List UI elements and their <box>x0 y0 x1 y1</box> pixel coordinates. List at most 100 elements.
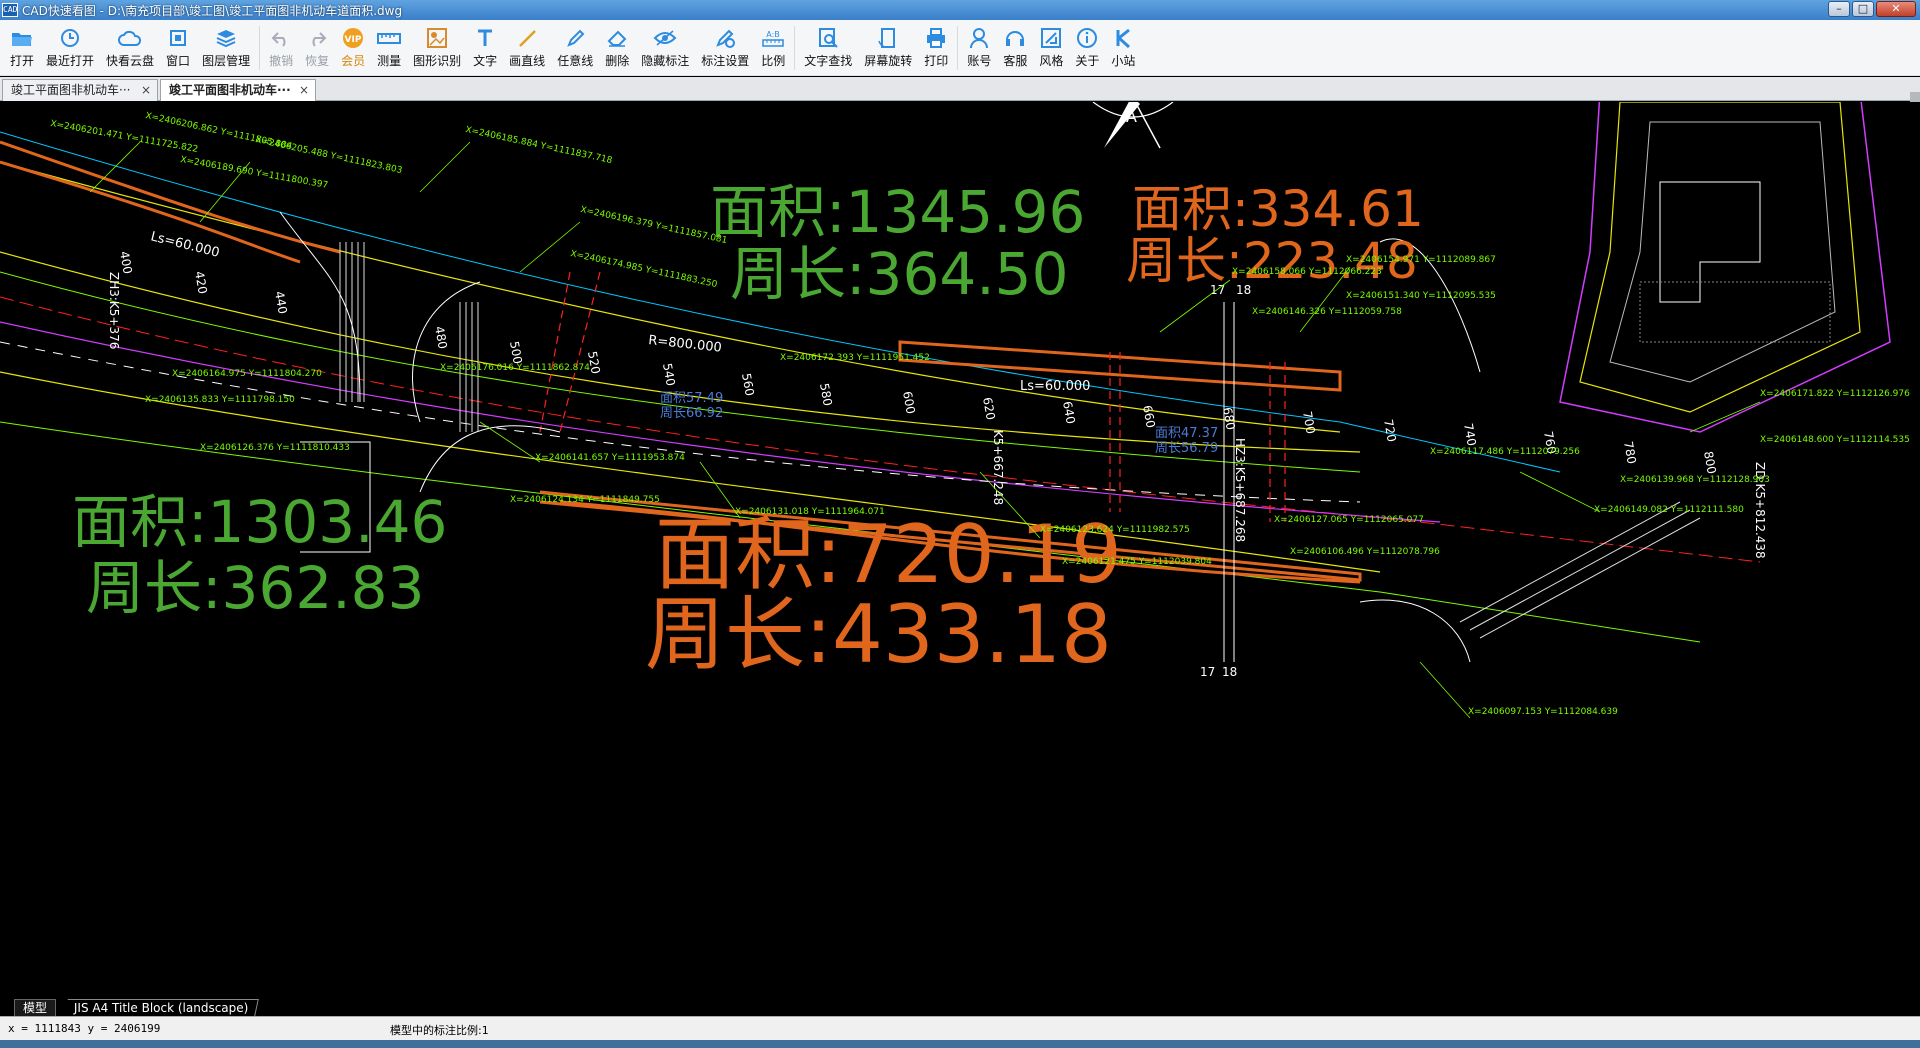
line-button[interactable]: 画直线 <box>503 20 551 76</box>
coordinate-label: X=2406097.153 Y=1112084.639 <box>1468 707 1618 717</box>
about-label: 关于 <box>1075 54 1100 68</box>
hide-marks-button[interactable]: 隐藏标注 <box>635 20 695 76</box>
perimeter-label: 周长:364.50 <box>730 240 1069 308</box>
coordinate-label: X=2406139.968 Y=1112128.903 <box>1620 475 1770 485</box>
eraser-icon <box>605 26 629 50</box>
station-button[interactable]: 小站 <box>1105 20 1141 76</box>
mark-settings-label: 标注设置 <box>701 54 750 68</box>
coordinate-label: X=2406176.016 Y=1111862.874 <box>440 363 590 373</box>
text-find-button[interactable]: 文字查找 <box>798 20 858 76</box>
north-arrow-icon: A <box>1092 102 1174 149</box>
redo-icon <box>305 26 329 50</box>
rotate-screen-label: 屏幕旋转 <box>864 54 913 68</box>
window-controls: – □ ✕ <box>1826 1 1916 19</box>
coordinate-label: X=2406189.690 Y=1111800.397 <box>179 155 328 191</box>
coordinate-label: X=2406117.486 Y=1112079.256 <box>1430 447 1580 457</box>
chainage-label: HZ3:K5+687.268 <box>1233 438 1247 542</box>
coordinate-label: X=2406146.326 Y=1112059.758 <box>1252 307 1402 317</box>
cloud-button[interactable]: 快看云盘 <box>100 20 160 76</box>
status-bar: x = 1111843 y = 2406199 模型中的标注比例:1 <box>0 1016 1920 1040</box>
freeline-button[interactable]: 任意线 <box>551 20 599 76</box>
redo-button[interactable]: 恢复 <box>299 20 335 76</box>
coordinate-label: X=2406172.393 Y=1111951.452 <box>780 353 930 363</box>
chainage-label: ZH3:K5+376 <box>107 272 121 349</box>
coordinate-label: X=2406141.657 Y=1111953.874 <box>535 453 685 463</box>
layers-button[interactable]: 图层管理 <box>196 20 256 76</box>
coordinate-label: X=2406149.082 Y=1112111.580 <box>1594 505 1744 515</box>
station-label: 640 <box>1060 400 1078 425</box>
station-label: 680 <box>1220 406 1238 431</box>
measure-button[interactable]: 测量 <box>371 20 407 76</box>
style-button[interactable]: 风格 <box>1033 20 1069 76</box>
maximize-button[interactable]: □ <box>1852 1 1874 17</box>
mark-settings-button[interactable]: 标注设置 <box>695 20 755 76</box>
hide-marks-label: 隐藏标注 <box>641 54 690 68</box>
scale-button[interactable]: A:B 比例 <box>755 20 791 76</box>
station-label: 720 <box>1381 418 1399 443</box>
rotate-screen-button[interactable]: 屏幕旋转 <box>858 20 918 76</box>
headset-icon <box>1003 26 1027 50</box>
account-label: 账号 <box>967 54 992 68</box>
cloud-label: 快看云盘 <box>106 54 155 68</box>
close-tab-icon[interactable]: × <box>299 80 309 100</box>
vip-button[interactable]: VIP 会员 <box>335 20 371 76</box>
document-tab-label: 竣工平面图非机动车··· <box>11 83 131 97</box>
coordinate-label: X=2406126.376 Y=1111810.433 <box>200 443 350 453</box>
service-button[interactable]: 客服 <box>997 20 1033 76</box>
undo-button[interactable]: 撤销 <box>263 20 299 76</box>
coordinate-label: X=2406174.985 Y=1111883.250 <box>569 249 718 290</box>
info-icon <box>1075 26 1099 50</box>
close-window-button[interactable]: ✕ <box>1876 1 1916 17</box>
station-label: 420 <box>192 270 210 295</box>
close-tab-icon[interactable]: × <box>141 80 151 100</box>
chainage-label: K5+667.248 <box>991 430 1005 505</box>
window-title: CAD快速看图 - D:\南充项目部\竣工图\竣工平面图非机动车道面积.dwg <box>22 3 403 18</box>
cloud-icon <box>118 26 142 50</box>
coordinate-label: X=2406164.975 Y=1111804.270 <box>172 369 322 379</box>
drawing-canvas[interactable]: A 面积:1345.96 周长:364.50 面积:334.61 周长:223.… <box>0 102 1920 998</box>
delete-label: 删除 <box>605 54 630 68</box>
area-label: 面积:334.61 <box>1132 180 1424 238</box>
station-label: 580 <box>817 382 835 407</box>
open-button[interactable]: 打开 <box>4 20 40 76</box>
coordinate-label: X=2406185.884 Y=1111837.718 <box>464 125 613 166</box>
station-label: 500 <box>507 340 525 365</box>
coordinate-label: X=2406123.624 Y=1111982.575 <box>1040 525 1190 535</box>
layers-icon <box>214 26 238 50</box>
minimize-button[interactable]: – <box>1828 1 1850 17</box>
measure-label: 测量 <box>377 54 402 68</box>
toolbar-separator <box>794 26 796 70</box>
coordinate-label: X=2406135.833 Y=1111798.150 <box>145 395 295 405</box>
about-button[interactable]: 关于 <box>1069 20 1105 76</box>
coordinate-label: X=2406196.379 Y=1111857.081 <box>579 205 728 246</box>
style-icon <box>1039 26 1063 50</box>
shape-recognition-button[interactable]: 图形识别 <box>407 20 467 76</box>
text-button[interactable]: 文字 <box>467 20 503 76</box>
print-button[interactable]: 打印 <box>918 20 954 76</box>
recent-button[interactable]: 最近打开 <box>40 20 100 76</box>
layout-tab-model[interactable]: 模型 <box>14 999 57 1016</box>
account-button[interactable]: 账号 <box>961 20 997 76</box>
coordinate-label: X=2406158.066 Y=1112066.223 <box>1232 267 1382 277</box>
perimeter-label: 周长:433.18 <box>645 588 1112 681</box>
shape-recognition-label: 图形识别 <box>413 54 462 68</box>
text-icon <box>473 26 497 50</box>
layout-tab-paper[interactable]: JIS A4 Title Block (landscape) <box>64 999 260 1016</box>
coordinate-label: X=2406124.134 Y=1111849.755 <box>510 495 660 505</box>
window-button[interactable]: 窗口 <box>160 20 196 76</box>
station-label: 700 <box>1300 410 1318 435</box>
document-tab[interactable]: 竣工平面图非机动车··· × <box>2 79 158 101</box>
freeline-label: 任意线 <box>557 54 594 68</box>
vip-icon: VIP <box>341 26 365 50</box>
undo-icon <box>269 26 293 50</box>
clock-icon <box>58 26 82 50</box>
delete-button[interactable]: 删除 <box>599 20 635 76</box>
area-label: 面积:1303.46 <box>72 488 447 556</box>
document-tab-active[interactable]: 竣工平面图非机动车··· × <box>160 79 316 101</box>
ruler-icon <box>377 26 402 50</box>
small-perimeter-label: 周长66.92 <box>660 406 723 421</box>
coordinate-label: X=2406127.065 Y=1112065.077 <box>1274 515 1424 525</box>
station-label: 600 <box>900 390 918 415</box>
station-label: 780 <box>1621 440 1639 465</box>
spiral-length-label: Ls=60.000 <box>1020 379 1090 394</box>
